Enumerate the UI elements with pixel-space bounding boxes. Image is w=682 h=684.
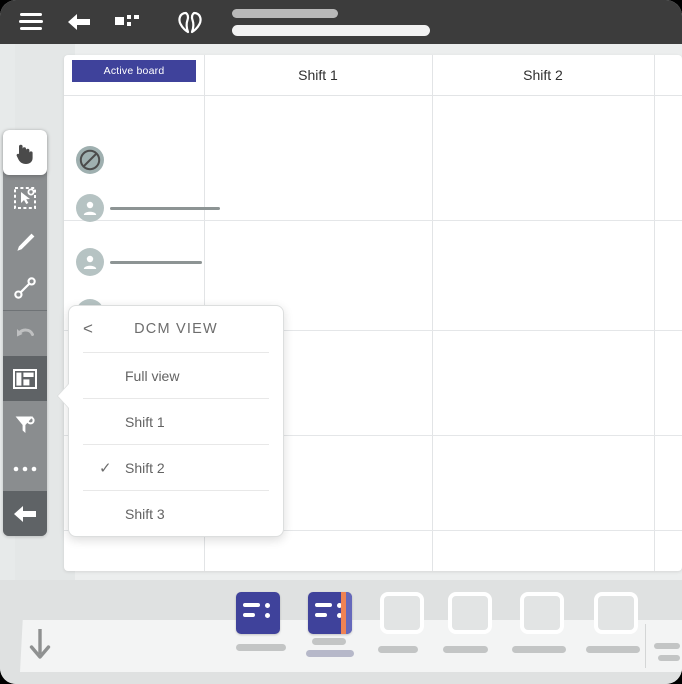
active-board-badge: Active board bbox=[72, 60, 196, 82]
pointer-tool-button[interactable] bbox=[3, 130, 47, 175]
card-thumb-1[interactable] bbox=[236, 592, 280, 634]
application-window: Active board Shift 1 Shift 2 < DCM VIEW … bbox=[0, 0, 682, 684]
line-connector-icon bbox=[14, 276, 36, 299]
menu-item-shift-3[interactable]: Shift 3 bbox=[69, 491, 283, 536]
dashboard-button[interactable] bbox=[110, 5, 144, 39]
header-divider-2 bbox=[432, 55, 433, 95]
menu-item-label: Shift 2 bbox=[125, 459, 165, 476]
popup-title: DCM VIEW bbox=[134, 321, 218, 337]
card-thumb-6[interactable] bbox=[594, 592, 638, 634]
board-title-redacted bbox=[232, 24, 430, 36]
board-subtitle-redacted bbox=[232, 8, 338, 18]
hamburger-icon bbox=[19, 13, 43, 31]
board-view-tool-button[interactable] bbox=[3, 356, 47, 401]
check-icon: ✓ bbox=[99, 459, 112, 477]
board-title-block bbox=[232, 8, 430, 36]
menu-item-full-view[interactable]: Full view bbox=[69, 353, 283, 398]
dcm-view-popup-menu: < DCM VIEW Full view Shift 1 ✓ Shift 2 S… bbox=[57, 305, 284, 537]
dock-divider bbox=[645, 624, 646, 668]
person-name-redacted bbox=[110, 206, 220, 210]
user-icon bbox=[83, 255, 97, 269]
dock-item-redacted bbox=[654, 643, 680, 649]
tag-funnel-icon bbox=[15, 415, 35, 433]
lasso-select-icon bbox=[14, 186, 36, 209]
undo-arrow-icon bbox=[17, 328, 34, 336]
back-button[interactable] bbox=[62, 5, 96, 39]
card-label-redacted bbox=[443, 646, 488, 653]
bottom-dock bbox=[0, 580, 682, 684]
connector-tool-button[interactable] bbox=[3, 265, 47, 310]
table-header-row: Active board Shift 1 Shift 2 bbox=[64, 55, 682, 96]
brand-logo[interactable] bbox=[174, 5, 208, 39]
back-arrow-icon bbox=[68, 14, 90, 30]
card-stripe-purple bbox=[346, 592, 352, 634]
board-layout-icon bbox=[13, 368, 37, 389]
person-avatar bbox=[76, 248, 104, 276]
card-thumb-3[interactable] bbox=[380, 592, 424, 634]
pen-icon bbox=[17, 233, 35, 251]
menu-item-shift-2[interactable]: ✓ Shift 2 bbox=[69, 445, 283, 490]
card-thumb-2[interactable] bbox=[308, 592, 352, 634]
pen-tool-button[interactable] bbox=[3, 220, 47, 265]
column-divider-3 bbox=[654, 96, 655, 571]
table-row[interactable] bbox=[76, 194, 220, 222]
card-thumb-4[interactable] bbox=[448, 592, 492, 634]
card-label-redacted bbox=[512, 646, 566, 653]
user-icon bbox=[83, 201, 97, 215]
tag-tool-button[interactable] bbox=[3, 401, 47, 446]
card-label-redacted bbox=[312, 638, 346, 645]
table-row[interactable] bbox=[76, 146, 104, 174]
menu-item-label: Shift 3 bbox=[125, 505, 165, 522]
top-bar bbox=[0, 0, 682, 44]
hamburger-menu-button[interactable] bbox=[14, 5, 48, 39]
brand-logo-icon bbox=[178, 11, 202, 34]
card-label-redacted bbox=[306, 650, 354, 657]
more-tool-button[interactable] bbox=[3, 446, 47, 491]
column-header-shift-1[interactable]: Shift 1 bbox=[204, 55, 432, 95]
card-label-redacted bbox=[586, 646, 640, 653]
card-thumb-5[interactable] bbox=[520, 592, 564, 634]
column-divider-2 bbox=[432, 96, 433, 571]
blocked-avatar bbox=[76, 146, 104, 174]
ellipsis-icon bbox=[13, 466, 37, 471]
card-label-redacted bbox=[236, 644, 286, 651]
scroll-down-button[interactable] bbox=[26, 626, 54, 662]
hand-pointer-icon bbox=[16, 144, 33, 164]
exit-arrow-icon bbox=[14, 505, 36, 522]
column-header-shift-2[interactable]: Shift 2 bbox=[432, 55, 654, 95]
down-arrow-icon bbox=[29, 629, 51, 659]
person-avatar bbox=[76, 194, 104, 222]
menu-item-label: Shift 1 bbox=[125, 413, 165, 430]
table-row[interactable] bbox=[76, 248, 202, 276]
dock-item-redacted bbox=[658, 655, 680, 661]
popup-header: < DCM VIEW bbox=[69, 306, 283, 352]
header-divider-1 bbox=[204, 55, 205, 95]
header-divider-3 bbox=[654, 55, 655, 95]
card-label-redacted bbox=[378, 646, 418, 653]
exit-tool-button[interactable] bbox=[3, 491, 47, 536]
select-tool-button[interactable] bbox=[3, 175, 47, 220]
left-toolbar bbox=[3, 130, 47, 536]
dashboard-grid-icon bbox=[115, 14, 139, 30]
undo-tool-button[interactable] bbox=[3, 311, 47, 356]
popup-back-button[interactable]: < bbox=[83, 306, 93, 352]
menu-item-shift-1[interactable]: Shift 1 bbox=[69, 399, 283, 444]
menu-item-label: Full view bbox=[125, 367, 180, 384]
no-entry-icon bbox=[79, 149, 101, 171]
person-name-redacted bbox=[110, 260, 202, 264]
